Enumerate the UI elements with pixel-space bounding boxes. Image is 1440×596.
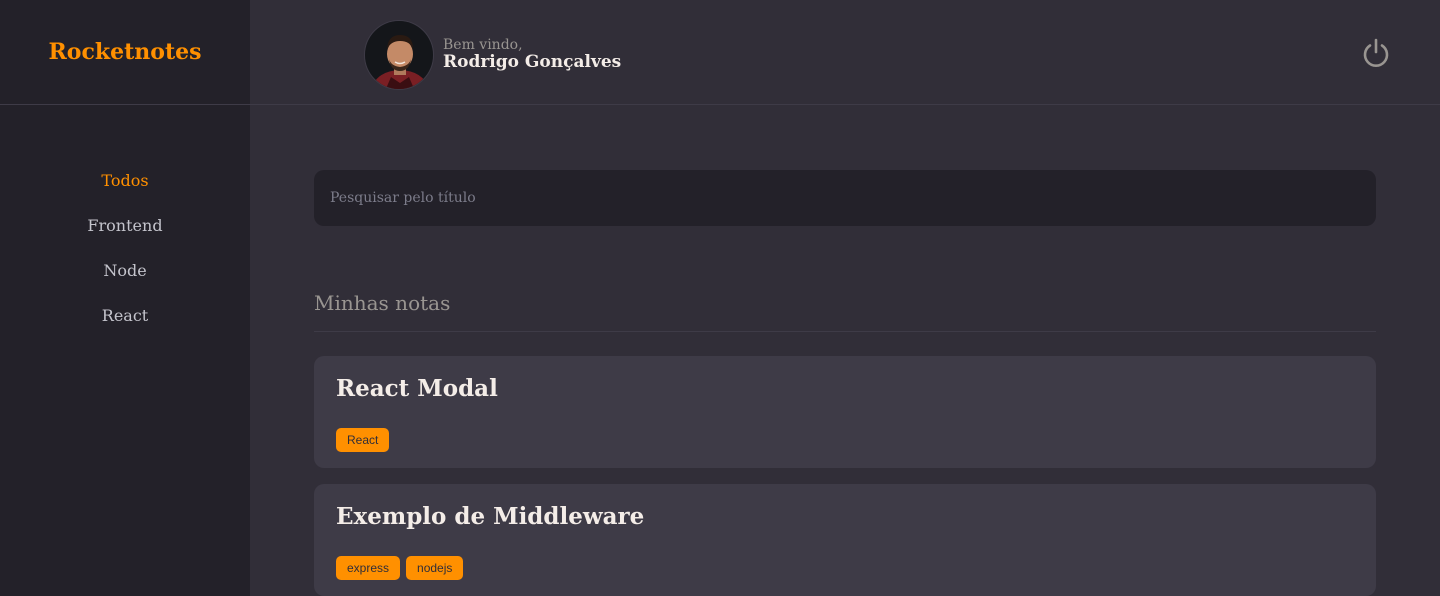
tag: express bbox=[336, 556, 401, 580]
note-title: Exemplo de Middleware bbox=[336, 503, 645, 530]
sidebar-item-node[interactable]: Node bbox=[103, 259, 146, 304]
brand-logo-text: Rocketnotes bbox=[48, 39, 202, 65]
header: Bem vindo, Rodrigo Gonçalves bbox=[250, 0, 1440, 105]
note-tags: express nodejs bbox=[336, 556, 464, 580]
avatar[interactable] bbox=[364, 20, 434, 90]
sidebar-item-frontend[interactable]: Frontend bbox=[87, 214, 162, 259]
tag: React bbox=[336, 428, 390, 452]
note-tags: React bbox=[336, 428, 390, 452]
power-icon bbox=[1363, 38, 1389, 67]
welcome-text: Bem vindo, bbox=[443, 37, 523, 54]
logout-button[interactable] bbox=[1360, 37, 1392, 69]
sidebar-item-react[interactable]: React bbox=[102, 304, 148, 349]
user-profile[interactable]: Bem vindo, Rodrigo Gonçalves bbox=[364, 20, 621, 90]
user-name[interactable]: Rodrigo Gonçalves bbox=[443, 53, 621, 73]
section-title: Minhas notas bbox=[314, 289, 1376, 332]
note-title: React Modal bbox=[336, 375, 498, 402]
note-card[interactable]: React Modal React bbox=[314, 356, 1376, 468]
sidebar-item-todos[interactable]: Todos bbox=[101, 169, 148, 214]
note-card[interactable]: Exemplo de Middleware express nodejs bbox=[314, 484, 1376, 596]
tag: nodejs bbox=[406, 556, 464, 580]
search-input[interactable] bbox=[314, 170, 1376, 226]
brand: Rocketnotes bbox=[0, 0, 250, 105]
sidebar-menu: Todos Frontend Node React bbox=[0, 105, 250, 596]
